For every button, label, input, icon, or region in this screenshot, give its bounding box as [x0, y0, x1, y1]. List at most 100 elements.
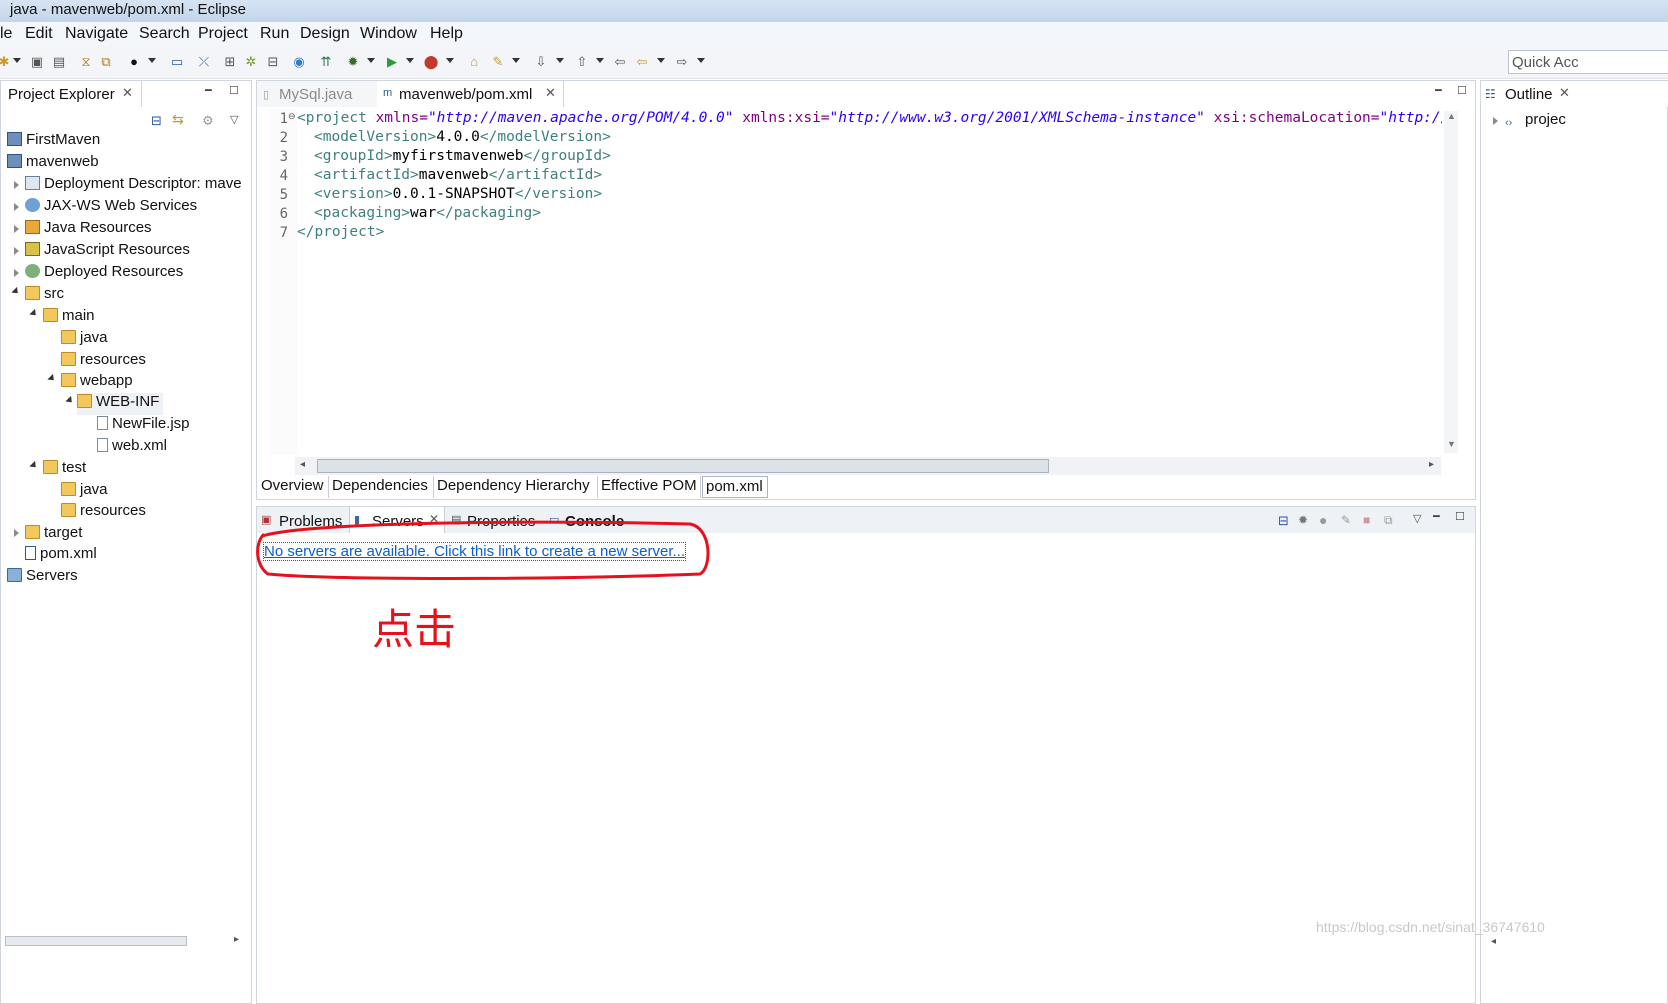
- filters-icon[interactable]: ⚙: [202, 113, 214, 129]
- deploy-icon[interactable]: ⇈: [318, 54, 334, 70]
- new-dropdown-icon[interactable]: [13, 58, 21, 63]
- close-icon[interactable]: ✕: [1559, 85, 1570, 101]
- tree-item-newfile-jsp[interactable]: NewFile.jsp: [97, 415, 190, 437]
- tree-item-main[interactable]: main: [43, 307, 95, 329]
- link-with-editor-icon[interactable]: ⇆: [172, 111, 184, 128]
- menu-design[interactable]: Design: [300, 25, 350, 43]
- menu-project[interactable]: Project: [198, 25, 248, 43]
- new-web-project-icon[interactable]: ⊟: [265, 54, 281, 70]
- console-icon[interactable]: ▭: [169, 54, 185, 70]
- open-type-icon[interactable]: ⧖: [78, 54, 94, 70]
- scroll-left-icon[interactable]: ◂: [1491, 936, 1496, 947]
- code-line-3[interactable]: <groupId>myfirstmavenweb</groupId>: [314, 148, 611, 164]
- profile-dropdown-icon[interactable]: [148, 58, 156, 63]
- expand-icon[interactable]: [14, 203, 19, 211]
- outline-tab[interactable]: ☷ Outline ✕: [1481, 81, 1668, 107]
- pom-tab-pom-xml[interactable]: pom.xml: [702, 476, 768, 498]
- code-line-5[interactable]: <version>0.0.1-SNAPSHOT</version>: [314, 186, 602, 202]
- last-edit-icon[interactable]: ⇦: [612, 54, 628, 70]
- publish-icon[interactable]: ⧉: [1384, 513, 1393, 528]
- collapse-icon[interactable]: [65, 395, 75, 406]
- pom-tab-effective-pom[interactable]: Effective POM: [598, 476, 701, 498]
- start-server-icon[interactable]: ●: [1319, 512, 1327, 528]
- tree-item-deployed-resources[interactable]: Deployed Resources: [25, 263, 183, 285]
- tree-item-main-resources[interactable]: resources: [61, 351, 146, 373]
- pom-tab-overview[interactable]: Overview: [258, 476, 329, 498]
- expand-icon[interactable]: [14, 181, 19, 189]
- collapse-icon[interactable]: [29, 308, 39, 319]
- tree-item-jax-ws[interactable]: JAX-WS Web Services: [25, 197, 197, 219]
- forward-icon[interactable]: ⇨: [674, 54, 690, 70]
- tree-item-pom-xml[interactable]: pom.xml: [25, 545, 97, 567]
- forward-dropdown-icon[interactable]: [697, 58, 705, 63]
- expand-icon[interactable]: [1493, 117, 1498, 125]
- maximize-icon[interactable]: ☐: [229, 84, 239, 97]
- skip-breakpoints-icon[interactable]: ⤫: [196, 54, 212, 70]
- run-dropdown-icon[interactable]: [406, 58, 414, 63]
- code-line-6[interactable]: <packaging>war</packaging>: [314, 205, 541, 221]
- project-explorer-tab[interactable]: Project Explorer ✕: [1, 81, 142, 107]
- collapse-all-icon[interactable]: ⊟: [151, 113, 162, 129]
- profile-server-icon[interactable]: ✎: [1341, 513, 1351, 527]
- horizontal-scrollbar[interactable]: [5, 936, 187, 946]
- tree-item-javascript-resources[interactable]: JavaScript Resources: [25, 241, 190, 263]
- pom-tab-dependencies[interactable]: Dependencies: [329, 476, 434, 498]
- tree-item-test-resources[interactable]: resources: [61, 502, 146, 524]
- outline-item-project[interactable]: ‹› projec: [1505, 111, 1566, 133]
- vertical-scrollbar[interactable]: [1444, 111, 1458, 453]
- menu-search[interactable]: Search: [139, 25, 190, 43]
- tree-item-web-xml[interactable]: web.xml: [97, 437, 167, 459]
- stop-server-icon[interactable]: ■: [1363, 513, 1370, 527]
- tab-mysql-java[interactable]: ▯ MySql.java: [257, 81, 378, 107]
- tree-item-mavenweb[interactable]: mavenweb: [7, 153, 99, 175]
- tree-item-test[interactable]: test: [43, 459, 86, 481]
- collapse-all-icon[interactable]: ⊟: [1278, 513, 1289, 529]
- fold-icon[interactable]: ⊖: [288, 111, 296, 122]
- menu-help[interactable]: Help: [430, 25, 463, 43]
- new-servlet-icon[interactable]: ✲: [243, 54, 259, 70]
- scroll-right-icon[interactable]: ▸: [1429, 459, 1434, 470]
- task-dropdown-icon[interactable]: [512, 58, 520, 63]
- expand-icon[interactable]: [14, 269, 19, 277]
- external-tools-dropdown-icon[interactable]: [446, 58, 454, 63]
- back-icon[interactable]: ⇦: [634, 54, 650, 70]
- scroll-left-icon[interactable]: ◂: [300, 459, 305, 470]
- collapse-icon[interactable]: [29, 460, 39, 471]
- minimize-icon[interactable]: ━: [205, 84, 212, 97]
- profile-icon[interactable]: ●: [126, 54, 142, 70]
- expand-icon[interactable]: [14, 225, 19, 233]
- tree-item-src[interactable]: src: [25, 285, 64, 307]
- menu-window[interactable]: Window: [360, 25, 417, 43]
- collapse-icon[interactable]: [47, 373, 57, 384]
- close-icon[interactable]: ✕: [545, 85, 556, 101]
- scroll-down-icon[interactable]: ▼: [1447, 439, 1456, 449]
- tree-item-deployment-descriptor[interactable]: Deployment Descriptor: mave: [25, 175, 242, 197]
- save-icon[interactable]: ▣: [29, 54, 45, 70]
- menu-edit[interactable]: Edit: [25, 25, 53, 43]
- open-folder-icon[interactable]: ⌂: [466, 54, 482, 70]
- menu-file[interactable]: le: [0, 25, 12, 43]
- previous-annotation-dropdown-icon[interactable]: [596, 58, 604, 63]
- debug-server-icon[interactable]: ✹: [1298, 513, 1308, 527]
- tree-item-web-inf[interactable]: WEB-INF: [77, 393, 164, 415]
- code-line-4[interactable]: <artifactId>mavenweb</artifactId>: [314, 167, 602, 183]
- next-annotation-icon[interactable]: ⇩: [533, 54, 549, 70]
- next-annotation-dropdown-icon[interactable]: [556, 58, 564, 63]
- quick-access-input[interactable]: Quick Acc: [1508, 50, 1668, 74]
- external-tools-icon[interactable]: ⬤: [423, 54, 439, 70]
- menu-navigate[interactable]: Navigate: [65, 25, 128, 43]
- close-icon[interactable]: ✕: [122, 85, 133, 101]
- back-dropdown-icon[interactable]: [657, 58, 665, 63]
- open-resource-icon[interactable]: ⧉: [98, 54, 114, 70]
- expand-icon[interactable]: [14, 247, 19, 255]
- previous-annotation-icon[interactable]: ⇧: [574, 54, 590, 70]
- collapse-icon[interactable]: [11, 286, 21, 297]
- new-icon[interactable]: ✱: [0, 54, 12, 70]
- tree-item-main-java[interactable]: java: [61, 329, 108, 351]
- code-line-2[interactable]: <modelVersion>4.0.0</modelVersion>: [314, 129, 611, 145]
- editor-horizontal-scrollbar[interactable]: ◂ ▸: [295, 457, 1441, 475]
- view-menu-icon[interactable]: ▽: [1413, 512, 1421, 525]
- debug-dropdown-icon[interactable]: [367, 58, 375, 63]
- browser-icon[interactable]: ◉: [291, 54, 307, 70]
- new-server-icon[interactable]: ⊞: [222, 54, 238, 70]
